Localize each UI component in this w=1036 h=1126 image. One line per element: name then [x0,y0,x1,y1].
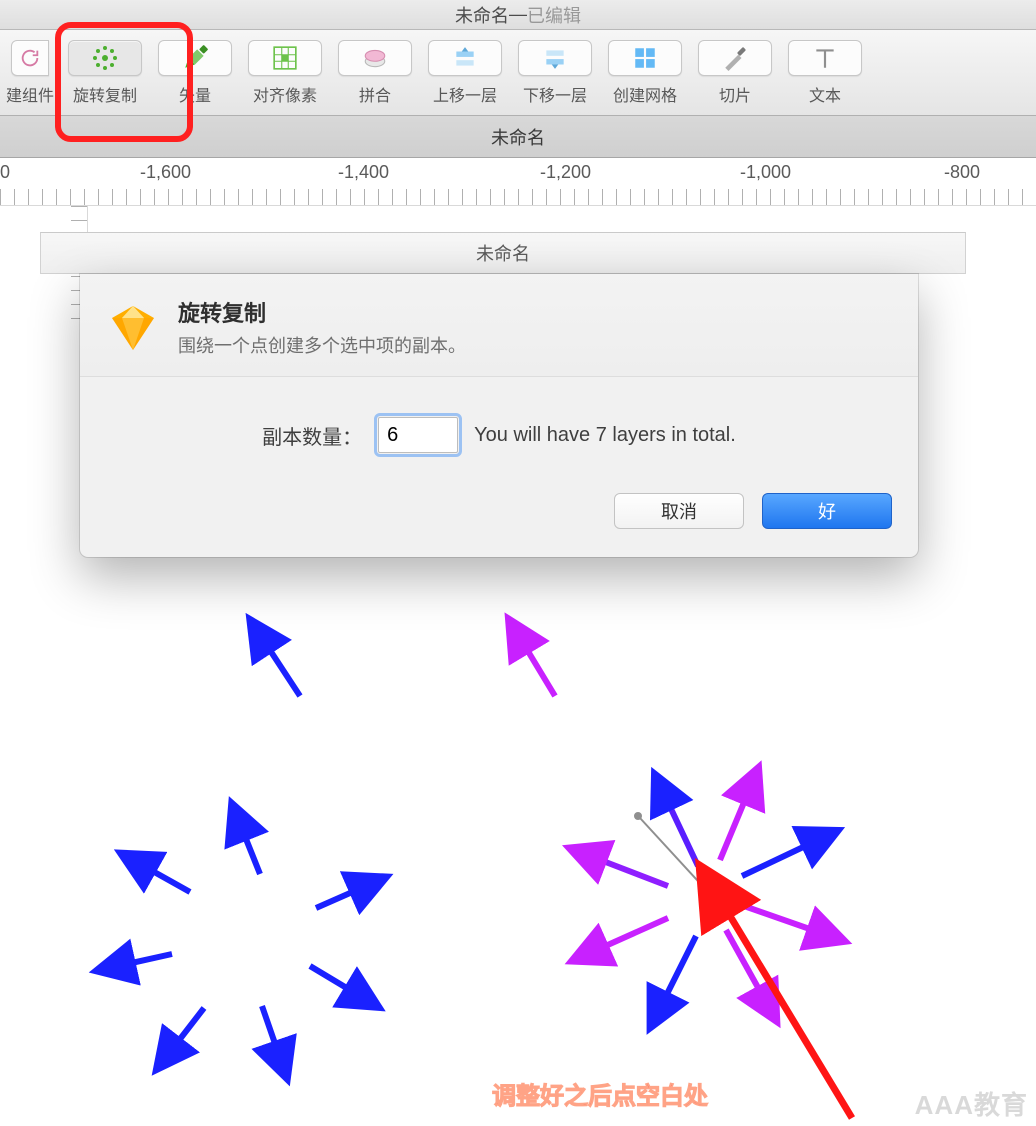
toolbar-move-up[interactable]: 上移一层 [420,30,510,116]
dialog-title: 旋转复制 [178,296,466,328]
copies-input[interactable] [378,417,458,453]
watermark: AAA教育 [915,1085,1028,1122]
tab-label: 未命名 [491,124,545,150]
copies-hint: You will have 7 layers in total. [474,424,736,447]
slice-knife-icon [698,40,772,76]
window-edited: 已编辑 [527,2,581,28]
toolbar-label: 切片 [719,82,751,106]
toolbar-slice[interactable]: 切片 [690,30,780,116]
grid-icon [248,40,322,76]
annotation-text: 调整好之后点空白处 [492,1076,708,1111]
rotate-copies-dialog: 旋转复制 围绕一个点创建多个选中项的副本。 副本数量： You will hav… [80,274,918,557]
create-grid-icon [608,40,682,76]
sketch-diamond-icon [106,300,160,354]
text-icon [788,40,862,76]
window-sep: — [509,4,527,25]
toolbar-label: 矢量 [179,82,211,106]
toolbar: 建组件 旋转复制 矢量 对齐像素 拼合 上移一层 [0,30,1036,116]
cancel-button[interactable]: 取消 [614,493,744,529]
toolbar-create-grid[interactable]: 创建网格 [600,30,690,116]
artboard-name: 未命名 [476,240,530,266]
refresh-icon [11,40,49,76]
window-title-bar: 未命名 — 已编辑 [0,0,1036,30]
toolbar-vector[interactable]: 矢量 [150,30,240,116]
toolbar-label: 旋转复制 [73,82,137,106]
toolbar-label: 拼合 [359,82,391,106]
artboard-header[interactable]: 未命名 [40,232,966,274]
merge-icon [338,40,412,76]
toolbar-label: 文本 [809,82,841,106]
ruler-mark: -800 [944,162,980,183]
toolbar-align-pixels[interactable]: 对齐像素 [240,30,330,116]
move-up-icon [428,40,502,76]
copies-label: 副本数量： [262,421,362,450]
toolbar-move-down[interactable]: 下移一层 [510,30,600,116]
document-tab[interactable]: 未命名 [0,116,1036,158]
move-down-icon [518,40,592,76]
dialog-subtitle: 围绕一个点创建多个选中项的副本。 [178,332,466,358]
rotate-copies-icon [68,40,142,76]
canvas[interactable]: 未命名 旋转复制 围绕一个点创建多个选中项的副本。 副本数量： You will… [0,206,1036,1126]
ruler-mark: 0 [0,162,10,183]
ruler-mark: -1,600 [140,162,191,183]
toolbar-label: 创建网格 [613,82,677,106]
toolbar-merge[interactable]: 拼合 [330,30,420,116]
ok-button[interactable]: 好 [762,493,892,529]
vector-pen-icon [158,40,232,76]
toolbar-label: 对齐像素 [253,82,317,106]
ruler-mark: -1,400 [338,162,389,183]
toolbar-label: 建组件 [6,82,54,106]
window-title: 未命名 [455,2,509,28]
toolbar-rotate-copies[interactable]: 旋转复制 [60,30,150,116]
ruler-horizontal[interactable]: 0 -1,600 -1,400 -1,200 -1,000 -800 [0,158,1036,206]
ruler-mark: -1,000 [740,162,791,183]
toolbar-text[interactable]: 文本 [780,30,870,116]
toolbar-label: 下移一层 [523,82,587,106]
toolbar-label: 上移一层 [433,82,497,106]
ruler-mark: -1,200 [540,162,591,183]
toolbar-create-component[interactable]: 建组件 [0,30,60,116]
